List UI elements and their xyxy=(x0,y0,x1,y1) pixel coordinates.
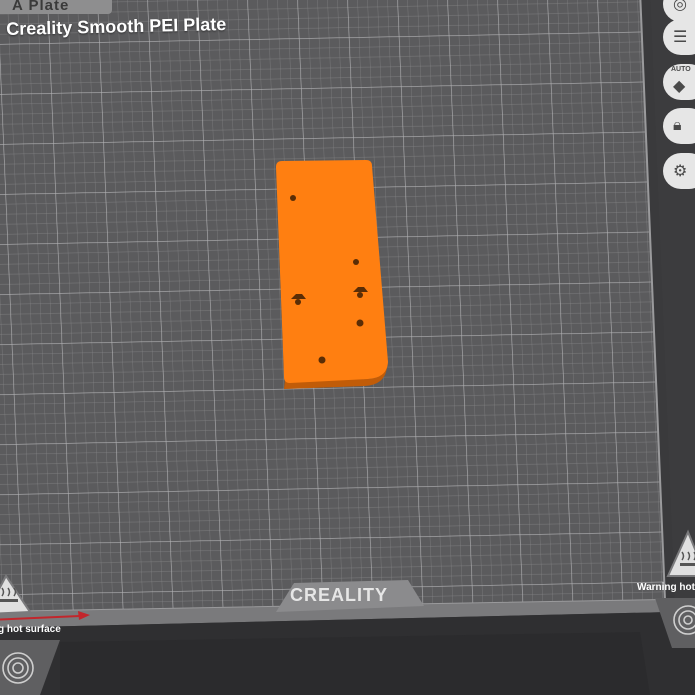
lock-button[interactable]: 🔒︎ xyxy=(663,108,695,144)
bed-bottom-panel xyxy=(60,632,650,695)
top-cut-label xyxy=(178,0,298,4)
gear-icon: ⚙ xyxy=(673,163,688,180)
plate-tab[interactable]: A Plate xyxy=(0,0,112,14)
model-part[interactable] xyxy=(276,160,388,383)
auto-orient-icon: ◆ xyxy=(673,78,686,95)
list-button[interactable]: ☰ xyxy=(663,19,695,55)
lock-icon: 🔒︎ xyxy=(673,117,682,134)
3d-viewport[interactable]: A Plate Creality Smooth PEI Plate CREALI… xyxy=(0,0,695,695)
list-icon: ☰ xyxy=(673,29,688,46)
warning-label-left: g hot surface xyxy=(0,624,61,635)
settings-button[interactable]: ⚙ xyxy=(663,153,695,189)
auto-label: AUTO xyxy=(671,66,691,73)
brand-label: CREALITY xyxy=(290,585,388,605)
circle-icon: ◎ xyxy=(673,0,687,13)
warning-label-right: Warning hot xyxy=(637,582,695,593)
auto-orient-button[interactable]: AUTO ◆ xyxy=(663,64,695,100)
